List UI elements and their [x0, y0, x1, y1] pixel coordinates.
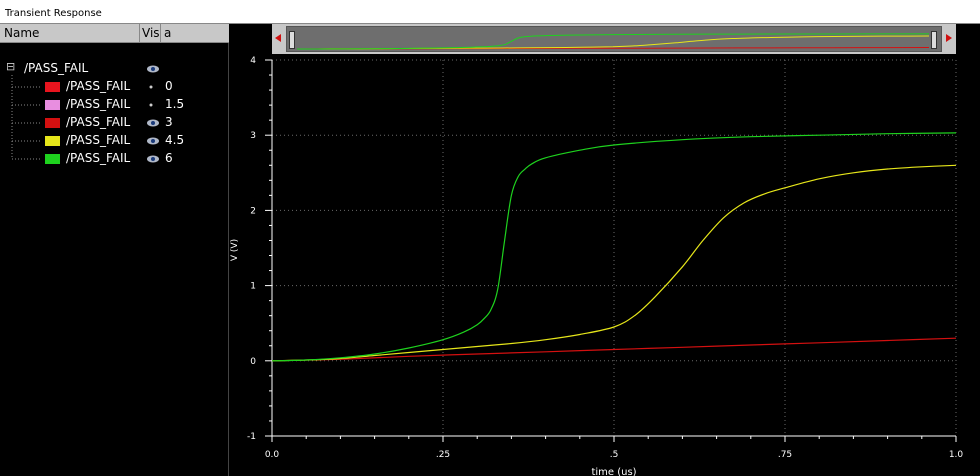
- eye-icon[interactable]: [146, 64, 160, 74]
- column-vis-header[interactable]: Vis: [142, 26, 160, 40]
- scroll-left-icon[interactable]: [275, 34, 281, 42]
- overview-series-1: [296, 35, 930, 50]
- signal-row[interactable]: /PASS_FAIL 3: [0, 114, 229, 132]
- x-axis-label: time (us): [591, 467, 636, 476]
- x-tick-label: .5: [610, 450, 619, 460]
- signal-value: 1.5: [165, 97, 185, 111]
- y-tick-label: 1: [250, 282, 256, 292]
- chart-grid: [271, 59, 957, 437]
- dot-icon[interactable]: [146, 100, 160, 110]
- dot-icon[interactable]: [146, 82, 160, 92]
- y-tick-label: 2: [250, 206, 256, 216]
- signal-row[interactable]: /PASS_FAIL 4.5: [0, 132, 229, 150]
- collapse-icon[interactable]: ⊟: [6, 60, 15, 73]
- y-tick-label: 0: [250, 357, 256, 367]
- group-label: /PASS_FAIL: [24, 61, 89, 75]
- signal-name: /PASS_FAIL: [66, 115, 131, 129]
- waveform-chart[interactable]: 0.0 .25 .5 .75 1.0 -1 0 1 2 3 4 time (us) V (V): [230, 54, 980, 476]
- signal-value: 3: [165, 115, 173, 129]
- x-tick-label: 1.0: [949, 450, 964, 460]
- signal-name: /PASS_FAIL: [66, 79, 131, 93]
- scroll-right-icon[interactable]: [946, 34, 952, 42]
- y-tick-label: -1: [247, 432, 256, 442]
- overview-strip[interactable]: [272, 24, 956, 54]
- y-tick-label: 3: [250, 131, 256, 141]
- column-header: Name Vis a: [0, 24, 229, 43]
- y-axis-label: V (V): [230, 239, 240, 261]
- window-title-bar: Transient Response: [0, 0, 980, 24]
- signal-row[interactable]: /PASS_FAIL 6: [0, 150, 229, 168]
- x-tick-label: .25: [436, 450, 450, 460]
- chart-axes: 0.0 .25 .5 .75 1.0 -1 0 1 2 3 4: [247, 56, 963, 460]
- series-line-0: [271, 337, 957, 362]
- signal-color-swatch: [45, 118, 60, 128]
- overview-left-handle[interactable]: [289, 31, 295, 49]
- x-tick-label: .75: [778, 450, 792, 460]
- signal-tree: ⊟ /PASS_FAIL /PASS_FAIL 0 /PASS_FAIL 1.5…: [0, 43, 229, 476]
- signal-name: /PASS_FAIL: [66, 151, 131, 165]
- signal-color-swatch: [45, 100, 60, 110]
- signal-color-swatch: [45, 154, 60, 164]
- signal-value: 0: [165, 79, 173, 93]
- signal-value: 4.5: [165, 133, 185, 147]
- signal-name: /PASS_FAIL: [66, 133, 131, 147]
- x-tick-label: 0.0: [265, 450, 280, 460]
- signal-browser-panel: Name Vis a ⊟ /PASS_FAIL /PASS_FAIL 0 /PA…: [0, 24, 229, 476]
- overview-waveforms: [296, 33, 930, 50]
- eye-icon[interactable]: [146, 154, 160, 164]
- signal-color-swatch: [45, 82, 60, 92]
- eye-icon[interactable]: [146, 118, 160, 128]
- signal-name: /PASS_FAIL: [66, 97, 131, 111]
- window-title: Transient Response: [5, 8, 102, 19]
- overview-right-handle[interactable]: [931, 31, 937, 49]
- column-name-header[interactable]: Name: [4, 26, 39, 40]
- eye-icon[interactable]: [146, 136, 160, 146]
- signal-value: 6: [165, 151, 173, 165]
- chart-series: [271, 132, 957, 362]
- overview-window[interactable]: [286, 26, 942, 52]
- column-a-header[interactable]: a: [164, 26, 171, 40]
- signal-row[interactable]: /PASS_FAIL 0: [0, 78, 229, 96]
- signal-row[interactable]: /PASS_FAIL 1.5: [0, 96, 229, 114]
- column-divider[interactable]: [160, 24, 161, 43]
- series-line-1: [271, 164, 957, 362]
- tree-group-row[interactable]: ⊟ /PASS_FAIL: [0, 60, 229, 78]
- column-divider[interactable]: [139, 24, 140, 43]
- y-tick-label: 4: [250, 56, 256, 66]
- signal-color-swatch: [45, 136, 60, 146]
